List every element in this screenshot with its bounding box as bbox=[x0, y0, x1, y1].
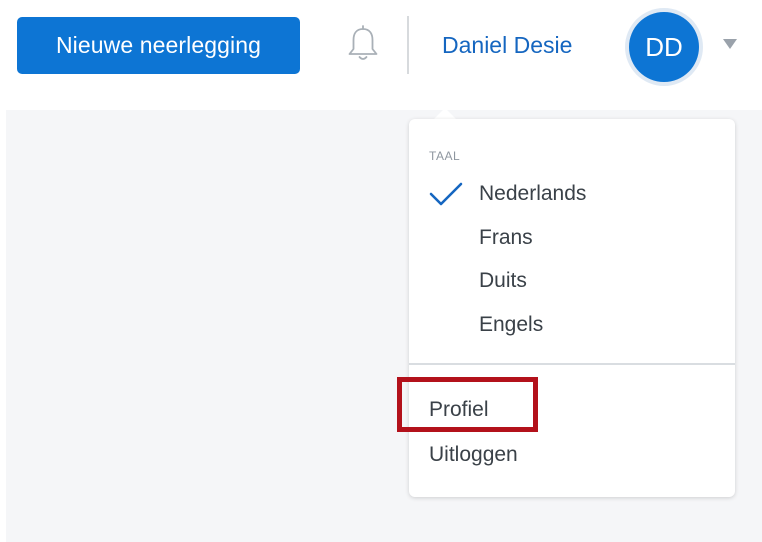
language-option-dutch[interactable]: Nederlands bbox=[409, 176, 735, 212]
bell-icon[interactable] bbox=[345, 24, 381, 64]
header-divider bbox=[407, 16, 409, 74]
avatar[interactable]: DD bbox=[625, 8, 703, 86]
logout-label: Uitloggen bbox=[429, 443, 518, 466]
avatar-initials: DD bbox=[629, 12, 699, 82]
language-section-label: TAAL bbox=[429, 149, 461, 163]
dropdown-pointer bbox=[434, 108, 456, 119]
language-option-label: Engels bbox=[479, 313, 544, 336]
language-option-french[interactable]: Frans bbox=[409, 220, 735, 256]
menu-divider bbox=[409, 363, 735, 365]
new-filing-button[interactable]: Nieuwe neerlegging bbox=[17, 17, 300, 74]
logout-menu-item[interactable]: Uitloggen bbox=[409, 437, 735, 473]
language-option-label: Nederlands bbox=[479, 182, 587, 205]
top-bar: Nieuwe neerlegging Daniel Desie DD bbox=[0, 0, 762, 110]
user-menu-dropdown: TAAL Nederlands Frans Duits Engels Profi… bbox=[409, 119, 735, 497]
caret-down-icon[interactable] bbox=[723, 39, 737, 49]
checkmark-icon bbox=[429, 178, 463, 210]
profile-highlight-annotation bbox=[397, 377, 538, 432]
user-name-link[interactable]: Daniel Desie bbox=[442, 27, 572, 63]
language-option-english[interactable]: Engels bbox=[409, 307, 735, 343]
language-option-label: Frans bbox=[479, 226, 533, 249]
language-option-label: Duits bbox=[479, 269, 527, 292]
language-option-german[interactable]: Duits bbox=[409, 263, 735, 299]
